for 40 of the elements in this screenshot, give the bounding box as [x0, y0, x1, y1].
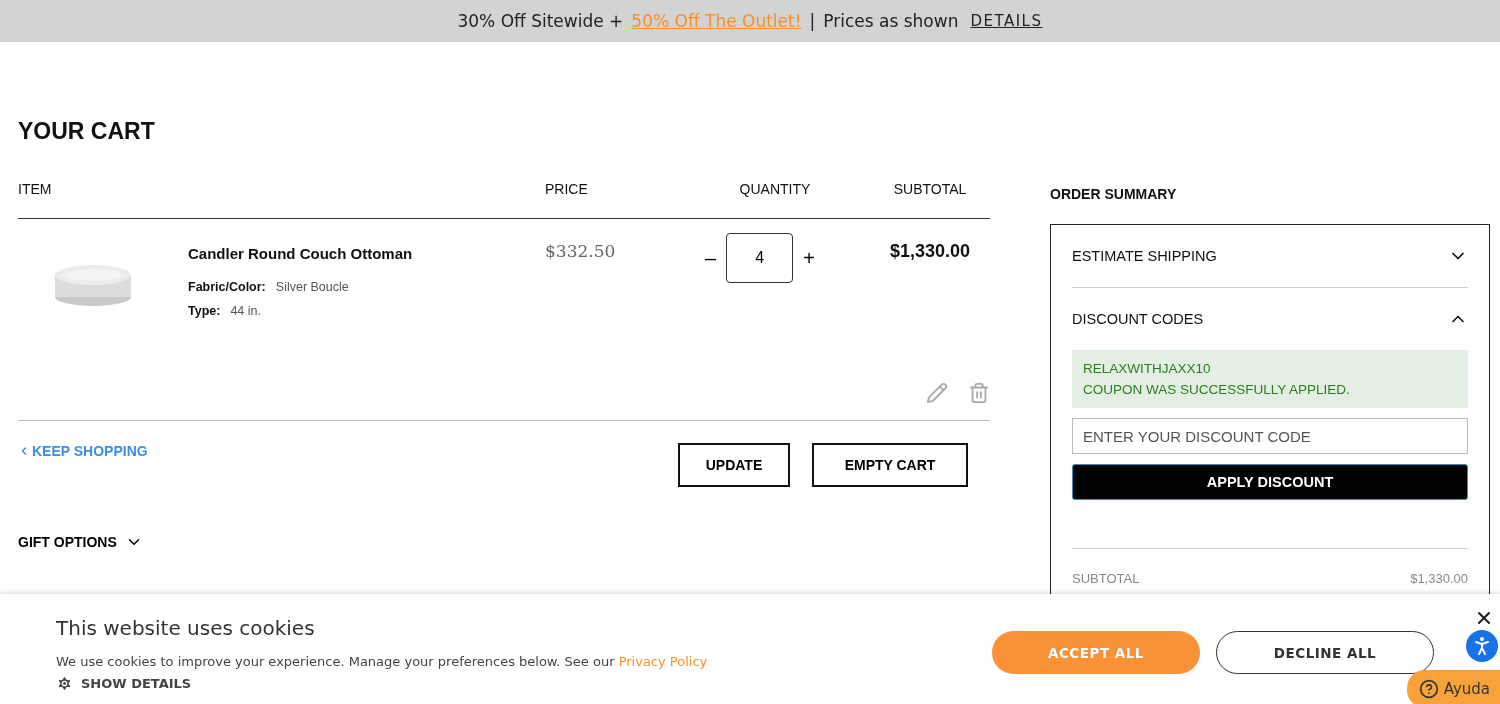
option-value: Silver Boucle: [275, 280, 349, 294]
option-label: Fabric/Color:: [188, 280, 266, 294]
cookie-text: We use cookies to improve your experience. Manage your preferences below. See our Privacy Policy: [56, 654, 709, 669]
show-details-button[interactable]: SHOW DETAILS: [56, 675, 192, 692]
line-subtotal: $1,330.00: [888, 240, 972, 262]
page-title: YOUR CART: [18, 118, 156, 146]
empty-cart-button[interactable]: EMPTY CART: [812, 443, 968, 487]
coupon-message: RELAXWITHJAXX10 COUPON WAS SUCCESSFULLY APPLIED.: [1072, 350, 1468, 408]
gift-options-toggle[interactable]: GIFT OPTIONS: [18, 533, 143, 551]
cookie-title: This website uses cookies: [56, 616, 316, 640]
help-button[interactable]: Ayuda: [1406, 670, 1500, 704]
quantity-field[interactable]: 4: [726, 233, 794, 283]
column-header: PRICE: [545, 181, 589, 199]
unit-price: $332.50: [545, 240, 617, 263]
option-label: Type:: [188, 304, 221, 318]
decline-all-button[interactable]: DECLINE ALL: [1216, 631, 1434, 674]
apply-discount-button[interactable]: APPLY DISCOUNT: [1072, 464, 1468, 500]
edit-icon[interactable]: [926, 382, 948, 404]
separator: |: [809, 11, 816, 31]
promo-text: 30% Off Sitewide +: [457, 11, 624, 31]
delete-icon[interactable]: [968, 382, 990, 404]
discount-code-field[interactable]: ENTER YOUR DISCOUNT CODE: [1072, 418, 1468, 454]
option-value: 44 in.: [230, 304, 261, 318]
details-link[interactable]: DETAILS: [970, 12, 1043, 30]
column-header: QUANTITY: [738, 181, 812, 199]
total-label: SUBTOTAL: [1072, 571, 1140, 586]
gear-icon: [56, 675, 73, 692]
accessibility-button[interactable]: [1466, 630, 1498, 662]
total-value: $1,330.00: [1410, 571, 1468, 586]
summary-title: ORDER SUMMARY: [1050, 186, 1178, 204]
accordion-header[interactable]: ESTIMATE SHIPPING: [1072, 225, 1468, 287]
decrease-button[interactable]: –: [705, 247, 717, 270]
update-button[interactable]: UPDATE: [678, 443, 790, 487]
question-icon: [1418, 679, 1439, 699]
accordion-header[interactable]: DISCOUNT CODES: [1072, 288, 1468, 350]
product-name[interactable]: Candler Round Couch Ottoman: [188, 245, 545, 262]
column-header: ITEM: [18, 181, 53, 199]
promo-text: Prices as shown: [823, 11, 959, 31]
increase-button[interactable]: +: [803, 247, 815, 270]
column-header: SUBTOTAL: [892, 181, 968, 199]
